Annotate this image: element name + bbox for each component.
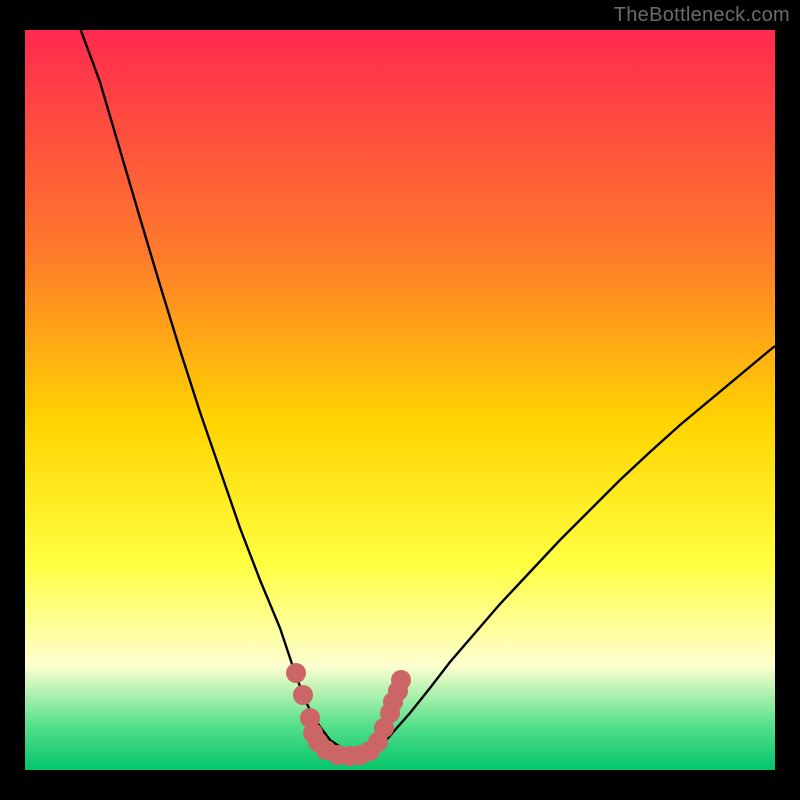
watermark-text: TheBottleneck.com (614, 4, 790, 27)
chart-stage: TheBottleneck.com (0, 0, 800, 800)
plot-background (25, 30, 775, 770)
highlight-dot (391, 670, 411, 690)
highlight-dot (293, 685, 313, 705)
bottleneck-plot (0, 0, 800, 800)
highlight-dot (286, 663, 306, 683)
